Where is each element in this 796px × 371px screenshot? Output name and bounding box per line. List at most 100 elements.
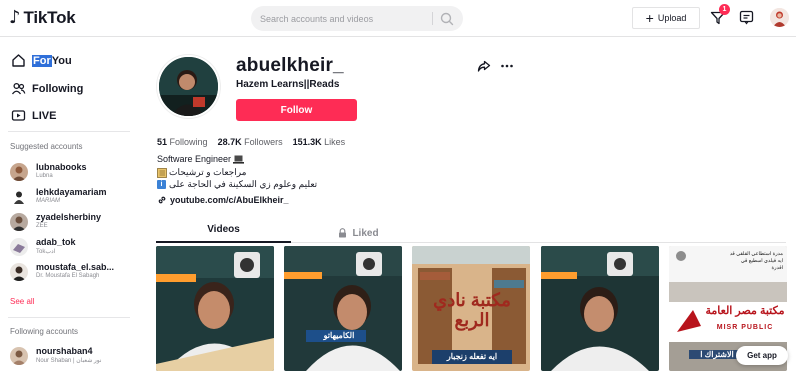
upload-label: Upload (657, 13, 687, 23)
sidebar: ForYou Following LIVE Suggested accounts… (0, 38, 138, 371)
following-account[interactable]: nourshaban4 Nour Shaban | نور شعبان (10, 346, 138, 370)
video-thumbnail-image (541, 246, 659, 371)
bio-link[interactable]: youtube.com/c/AbuElkheir_ (157, 195, 289, 205)
avatar (10, 213, 28, 231)
notebook-icon (157, 167, 167, 178)
nav-following[interactable]: Following (11, 81, 83, 96)
video-thumbnail-image (284, 246, 402, 371)
follow-button[interactable]: Follow (236, 99, 357, 121)
tiktok-logo[interactable]: ♪ TikTok (9, 8, 76, 28)
comment-text: ايه فيلدي اسطيع قي (740, 258, 783, 264)
suggested-account[interactable]: adab_tok Tokادب (10, 237, 138, 261)
people-icon (11, 82, 26, 95)
account-nickname: ZEE (36, 223, 48, 229)
profile-avatar-image (159, 57, 218, 116)
search-divider (432, 12, 433, 25)
account-nickname: MARIAM (36, 198, 60, 204)
logo-text: TikTok (23, 8, 76, 27)
bio-text: تعليم وعلوم زي السكينة في الحاجة على (169, 179, 318, 189)
following-count: 51 (157, 137, 168, 147)
tab-videos[interactable]: Videos (156, 224, 291, 242)
suggested-account[interactable]: lubnabooks Lubna (10, 162, 138, 186)
profile-avatar (157, 55, 220, 118)
link-icon (158, 196, 166, 204)
tab-liked-label: Liked (352, 227, 379, 239)
avatar (10, 163, 28, 181)
sign-text-en: MISR PUBLIC (716, 324, 774, 331)
nav-for-you-label: You (51, 54, 72, 67)
following-label: Following (169, 137, 208, 147)
search-input[interactable] (251, 6, 431, 31)
video-thumbnail[interactable]: الكاميهاتو (284, 246, 402, 371)
share-icon[interactable] (477, 59, 491, 73)
plus-icon: + (645, 10, 654, 26)
likes-label: Likes (324, 137, 346, 147)
tab-videos-label: Videos (207, 224, 240, 235)
followers-stat[interactable]: 28.7K Followers (218, 137, 283, 147)
account-nickname: Dr. Moustafa El Sabagh (36, 273, 100, 279)
comment-overlay: مدرة استطاعي القلقي قد ايه فيلدي اسطيع ق… (689, 251, 783, 272)
inbox-badge: 1 (719, 4, 730, 15)
following-stat[interactable]: 51 Following (157, 137, 208, 147)
top-bar: ♪ TikTok + Upload 1 (0, 0, 796, 37)
account-nickname: Lubna (36, 173, 53, 179)
nav-live[interactable]: LIVE (11, 108, 56, 123)
sidebar-divider (8, 131, 130, 132)
suggested-account[interactable]: lehkdayamariam MARIAM (10, 187, 138, 211)
lock-icon (339, 228, 347, 238)
avatar (10, 238, 28, 256)
sidebar-divider (8, 317, 130, 318)
video-thumbnail-image (156, 246, 274, 371)
suggested-account[interactable]: moustafa_el.sab... Dr. Moustafa El Sabag… (10, 262, 138, 286)
profile-username: abuelkheir_ (236, 55, 344, 76)
nav-for-you[interactable]: ForYou (11, 53, 72, 68)
bio-line: مراجعات و ترشيحات (157, 167, 247, 178)
profile-stats: 51 Following 28.7K Followers 151.3K Like… (157, 137, 345, 147)
nav-for-you-label-selected: For (32, 54, 52, 67)
comment-text: اقدرة (771, 265, 783, 271)
likes-count: 151.3K (292, 137, 322, 147)
bio-text: مراجعات و ترشيحات (169, 167, 247, 177)
bio-line: Software Engineer (157, 154, 245, 164)
video-caption: ايه تفعله زنجبار (446, 352, 498, 361)
avatar (10, 188, 28, 206)
following-accounts-heading: Following accounts (10, 327, 79, 336)
video-thumbnail[interactable] (156, 246, 274, 371)
nav-following-label: Following (32, 82, 84, 95)
upload-button[interactable]: + Upload (632, 7, 700, 29)
get-app-button[interactable]: Get app (736, 346, 788, 365)
nav-live-label: LIVE (32, 109, 57, 122)
avatar-image (770, 8, 789, 27)
suggested-accounts-heading: Suggested accounts (10, 142, 83, 151)
bio-line: i تعليم وعلوم زي السكينة في الحاجة على (157, 179, 317, 190)
video-thumbnail[interactable] (541, 246, 659, 371)
video-caption: الكاميهاتو (323, 331, 355, 340)
tab-liked[interactable]: Liked (291, 224, 426, 242)
suggested-account[interactable]: zyadelsherbiny ZEE (10, 212, 138, 236)
search-icon[interactable] (439, 11, 455, 27)
account-username: zyadelsherbiny (36, 212, 102, 222)
account-nickname: Tokادب (36, 249, 56, 255)
see-all-link[interactable]: See all (10, 297, 34, 306)
info-icon: i (157, 180, 166, 189)
comment-text: مدرة استطاعي القلقي قد (729, 251, 783, 257)
video-thumbnail[interactable]: مكتبة نادي الربع ايه تفعله زنجبار (412, 246, 530, 371)
user-avatar[interactable] (770, 8, 789, 27)
message-icon[interactable] (739, 10, 754, 25)
account-username: lehkdayamariam (36, 187, 107, 197)
likes-stat: 151.3K Likes (293, 137, 346, 147)
profile-nickname: Hazem Learns||Reads (236, 79, 340, 90)
account-username: nourshaban4 (36, 346, 93, 356)
avatar (10, 347, 28, 365)
search-box (251, 6, 463, 31)
more-icon[interactable] (500, 59, 514, 73)
active-tab-indicator (156, 241, 291, 243)
account-username: lubnabooks (36, 162, 87, 172)
tiktok-note-icon: ♪ (9, 7, 21, 28)
home-icon (12, 54, 25, 67)
live-icon (11, 110, 26, 121)
bio-link-text: youtube.com/c/AbuElkheir_ (170, 195, 289, 205)
sign-text: مكتبة مصر العامة (705, 305, 785, 317)
video-title-text: مكتبة نادي الربع (433, 290, 511, 330)
avatar (10, 263, 28, 281)
